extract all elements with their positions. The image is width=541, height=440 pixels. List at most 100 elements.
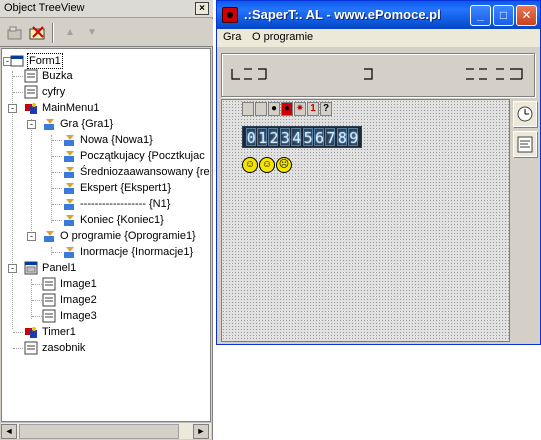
tree-connector xyxy=(51,135,52,223)
tree-node-label: zasobnik xyxy=(42,342,86,354)
tree-connector xyxy=(52,252,62,253)
component-icon xyxy=(24,341,38,355)
exploded-mine-icon: ● xyxy=(281,102,293,116)
menuitem-icon xyxy=(44,119,54,130)
menuitem-icon xyxy=(64,247,74,258)
saper-window-title: .:SaperT:. AL - www.ePomoce.pl xyxy=(244,7,441,22)
menuitem-icon xyxy=(64,215,74,226)
tree-connector xyxy=(52,156,62,157)
smile-face-icon: ☺ xyxy=(242,157,258,173)
tree-expander[interactable]: - xyxy=(8,264,17,273)
saper-titlebar[interactable]: .:SaperT:. AL - www.ePomoce.pl _ □ ✕ xyxy=(217,1,540,29)
tile-pressed xyxy=(255,102,267,116)
scroll-right-button[interactable]: ► xyxy=(193,424,209,439)
tree-connector xyxy=(32,316,42,317)
component-icon xyxy=(24,69,38,83)
tree-connector xyxy=(32,300,42,301)
wrong-mine-icon: ✷ xyxy=(294,102,306,116)
tree-node-label: Ekspert {Ekspert1} xyxy=(80,182,172,194)
tree-node-label: Buzka xyxy=(42,70,73,82)
object-treeview-titlebar[interactable]: Object TreeView × xyxy=(0,0,213,18)
menu-gra[interactable]: Gra xyxy=(223,31,241,43)
tree-connector xyxy=(32,284,42,285)
lcd-digit: 2 xyxy=(268,128,279,147)
lcd-digit: 1 xyxy=(257,128,268,147)
object-treeview-toolbar: ▲ ▼ xyxy=(0,19,213,47)
tree-node-label: Timer1 xyxy=(42,326,76,338)
tree-expander[interactable]: - xyxy=(27,120,36,129)
maximize-button[interactable]: □ xyxy=(493,5,514,26)
minimize-button[interactable]: _ xyxy=(470,5,491,26)
lcd-digit: 7 xyxy=(325,128,336,147)
scroll-left-button[interactable]: ◄ xyxy=(1,424,17,439)
tree-node-label: cyfry xyxy=(42,86,66,98)
timer-display xyxy=(466,68,523,80)
mainmenu-icon xyxy=(25,103,37,114)
tree-node-label: Początkujacy {Pocztkujac xyxy=(80,150,205,162)
lcd-digit: 5 xyxy=(302,128,313,147)
image-icon xyxy=(42,309,56,323)
tree-node-label: Inormacje {Inormacje1} xyxy=(80,246,194,258)
header-panel xyxy=(221,53,535,97)
tree-connector xyxy=(52,204,62,205)
lcd-digit: 3 xyxy=(279,128,290,147)
digit-sprites: 0 1 2 3 4 5 6 7 8 9 xyxy=(242,126,362,148)
tree-node-label: Koniec {Koniec1} xyxy=(80,214,164,226)
tree-connector xyxy=(13,92,23,93)
surprised-face-icon: ☺ xyxy=(259,157,275,173)
saper-client-area: ● ● ✷ 1 ? 0 1 2 3 4 5 6 7 8 9 ☺ ☺ ☹ xyxy=(217,47,540,344)
tile-blank xyxy=(242,102,254,116)
tree-node-label: Nowa {Nowa1} xyxy=(80,134,153,146)
lcd-digit: 8 xyxy=(336,128,347,147)
menu-o-programie[interactable]: O programie xyxy=(252,31,313,43)
tree-expander[interactable]: - xyxy=(8,104,17,113)
menu-bar: Gra O programie xyxy=(217,29,540,46)
tree-connector xyxy=(51,247,52,255)
tree-node-label: MainMenu1 xyxy=(42,102,100,114)
list-icon xyxy=(517,136,533,153)
toolbar-separator xyxy=(52,23,54,43)
list-component-button[interactable] xyxy=(513,131,537,157)
component-icon xyxy=(24,85,38,99)
close-button[interactable]: ✕ xyxy=(516,5,537,26)
tree-node-label: Form1 xyxy=(27,53,63,69)
mine-counter-display xyxy=(231,68,267,80)
menuitem-icon xyxy=(64,151,74,162)
timer-component-button[interactable] xyxy=(513,101,537,127)
lcd-digit: 6 xyxy=(314,128,325,147)
tree-horizontal-scrollbar[interactable]: ◄ ► xyxy=(1,422,211,439)
new-item-button[interactable] xyxy=(5,24,25,42)
tree-connector xyxy=(52,220,62,221)
menuitem-icon xyxy=(64,199,74,210)
tree-expander[interactable]: - xyxy=(27,232,36,241)
image-icon xyxy=(42,293,56,307)
delete-icon xyxy=(29,26,45,40)
game-board[interactable]: ● ● ✷ 1 ? 0 1 2 3 4 5 6 7 8 9 ☺ ☺ ☹ xyxy=(221,99,510,342)
image-icon xyxy=(42,277,56,291)
tree-connector xyxy=(52,188,62,189)
move-down-button[interactable]: ▼ xyxy=(82,24,102,42)
tree-connector xyxy=(31,279,32,319)
component-tree[interactable]: - Form1 Buzka cyfry - MainMenu1 - Gra {G… xyxy=(1,48,211,422)
new-item-icon xyxy=(7,26,22,40)
scroll-thumb[interactable] xyxy=(19,424,179,439)
saper-window: .:SaperT:. AL - www.ePomoce.pl _ □ ✕ Gra… xyxy=(216,0,541,345)
question-mark-icon: ? xyxy=(320,102,332,116)
tree-connector xyxy=(13,348,23,349)
menuitem-icon xyxy=(44,231,54,242)
menuitem-icon xyxy=(64,167,74,178)
menuitem-icon xyxy=(64,183,74,194)
tree-node-label: ------------------ {N1} xyxy=(80,198,171,210)
tree-node-label: O programie {Oprogramie1} xyxy=(60,230,196,242)
app-icon[interactable] xyxy=(222,7,238,23)
move-up-button[interactable]: ▲ xyxy=(60,24,80,42)
status-face-display[interactable] xyxy=(360,65,380,83)
form-icon xyxy=(10,55,24,67)
delete-item-button[interactable] xyxy=(28,24,48,42)
sad-face-icon: ☹ xyxy=(276,157,292,173)
tree-node-label: Gra {Gra1} xyxy=(60,118,114,130)
tree-connector xyxy=(31,119,32,239)
object-treeview-close-button[interactable]: × xyxy=(195,2,209,15)
tree-connector xyxy=(52,172,62,173)
tree-node-label: Image3 xyxy=(60,310,97,322)
